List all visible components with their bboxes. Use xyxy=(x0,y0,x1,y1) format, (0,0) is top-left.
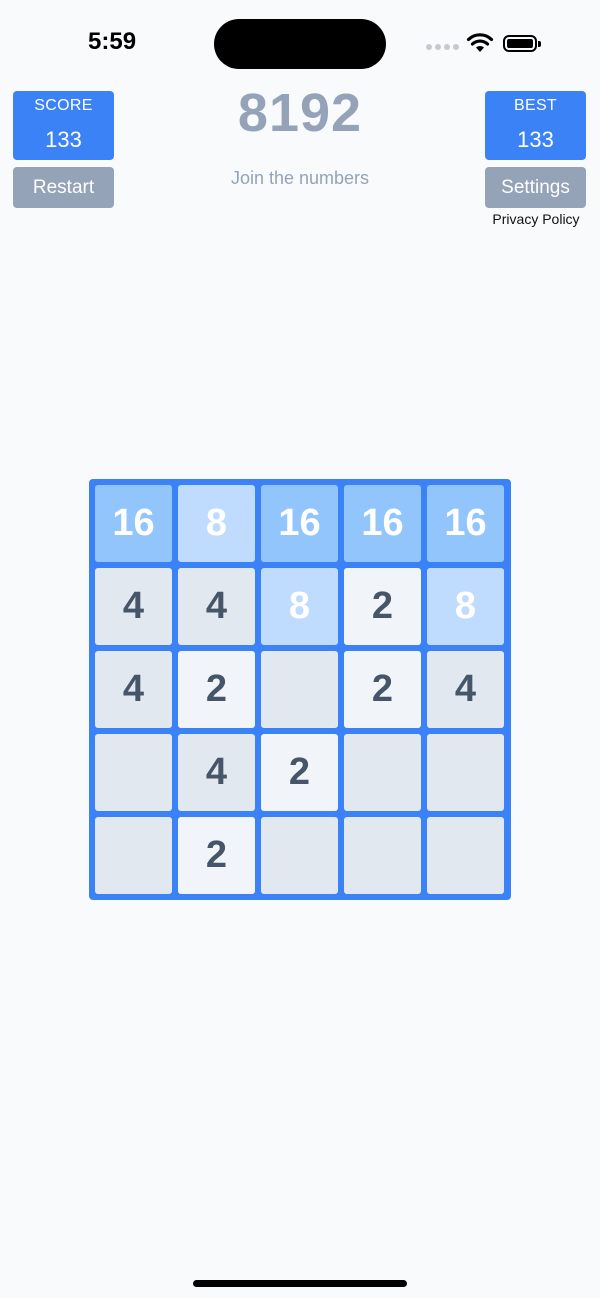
settings-button[interactable]: Settings xyxy=(485,167,586,208)
tile: 2 xyxy=(178,651,255,728)
best-value: 133 xyxy=(517,127,554,152)
empty-cell xyxy=(261,817,338,894)
tile: 4 xyxy=(178,734,255,811)
tile: 4 xyxy=(178,568,255,645)
empty-cell xyxy=(95,817,172,894)
best-label: BEST xyxy=(514,97,557,114)
tile: 8 xyxy=(178,485,255,562)
empty-cell xyxy=(344,817,421,894)
tile: 16 xyxy=(95,485,172,562)
tile: 4 xyxy=(95,568,172,645)
home-indicator xyxy=(193,1280,407,1287)
tile: 2 xyxy=(344,568,421,645)
battery-icon xyxy=(503,35,541,52)
tile: 16 xyxy=(427,485,504,562)
tile: 16 xyxy=(344,485,421,562)
cellular-signal-icon xyxy=(426,44,459,50)
best-box: BEST 133 xyxy=(485,91,586,160)
tile: 8 xyxy=(427,568,504,645)
empty-cell xyxy=(427,734,504,811)
empty-cell xyxy=(344,734,421,811)
empty-cell xyxy=(95,734,172,811)
dynamic-island xyxy=(214,19,386,69)
wifi-icon xyxy=(466,33,494,52)
tile: 16 xyxy=(261,485,338,562)
tile: 2 xyxy=(261,734,338,811)
tile: 2 xyxy=(178,817,255,894)
empty-cell xyxy=(261,651,338,728)
tile: 4 xyxy=(427,651,504,728)
tile: 8 xyxy=(261,568,338,645)
status-time: 5:59 xyxy=(88,28,137,55)
privacy-policy-link[interactable]: Privacy Policy xyxy=(478,211,594,227)
game-board[interactable]: 16 8 16 16 16 4 4 8 2 8 4 2 2 4 4 2 2 xyxy=(89,479,511,900)
tile: 4 xyxy=(95,651,172,728)
tile: 2 xyxy=(344,651,421,728)
empty-cell xyxy=(427,817,504,894)
